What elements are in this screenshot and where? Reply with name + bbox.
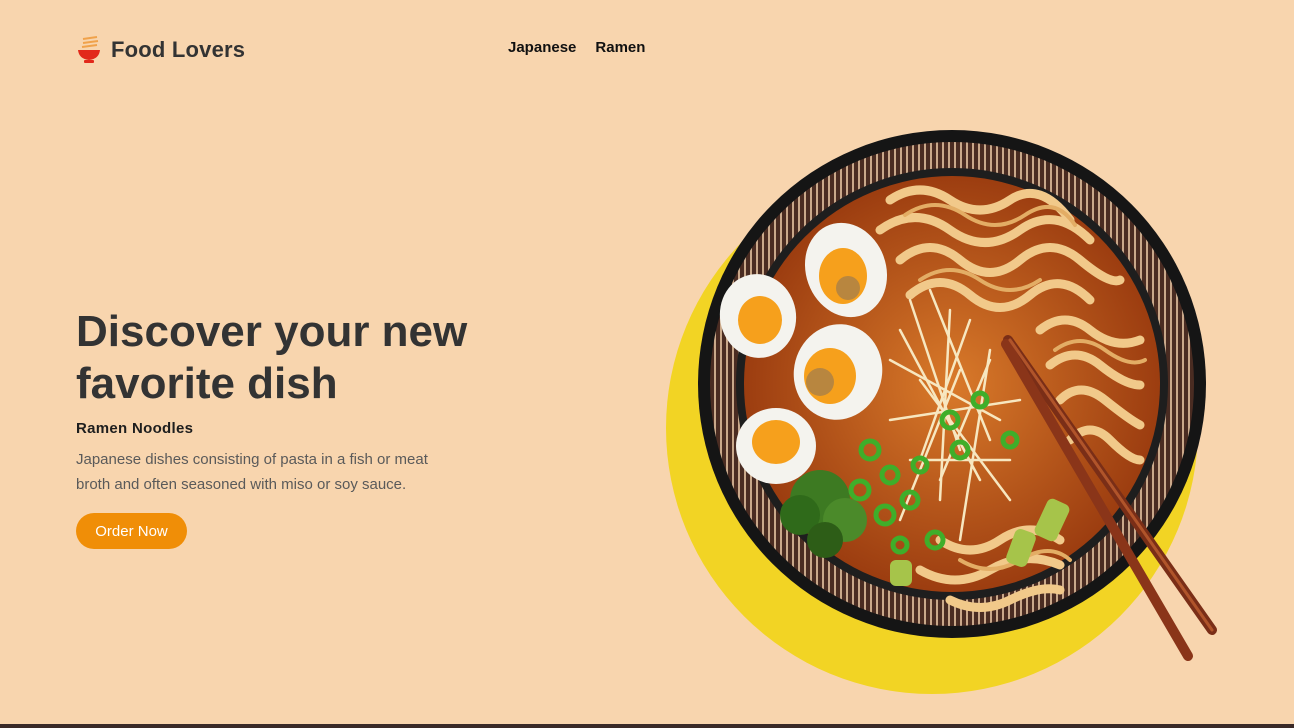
site-header: Food Lovers Japanese Ramen bbox=[0, 0, 1294, 100]
hero-subtitle: Ramen Noodles bbox=[76, 420, 194, 437]
hero-title: Discover your new favorite dish bbox=[76, 307, 468, 408]
hero-section: Discover your new favorite dish Ramen No… bbox=[76, 306, 536, 497]
main-nav: Japanese Ramen bbox=[508, 39, 645, 56]
brand-name: Food Lovers bbox=[111, 37, 246, 62]
ramen-bowl-icon bbox=[78, 36, 100, 63]
hero-image-ramen-bowl bbox=[666, 130, 1217, 694]
logo[interactable]: Food Lovers bbox=[77, 36, 245, 64]
bottom-edge-bar bbox=[0, 724, 1294, 728]
hero-description: Japanese dishes consisting of pasta in a… bbox=[76, 451, 428, 493]
order-now-button[interactable]: Order Now bbox=[76, 513, 187, 549]
nav-item-japanese[interactable]: Japanese bbox=[508, 39, 576, 56]
nav-item-ramen[interactable]: Ramen bbox=[595, 39, 645, 56]
